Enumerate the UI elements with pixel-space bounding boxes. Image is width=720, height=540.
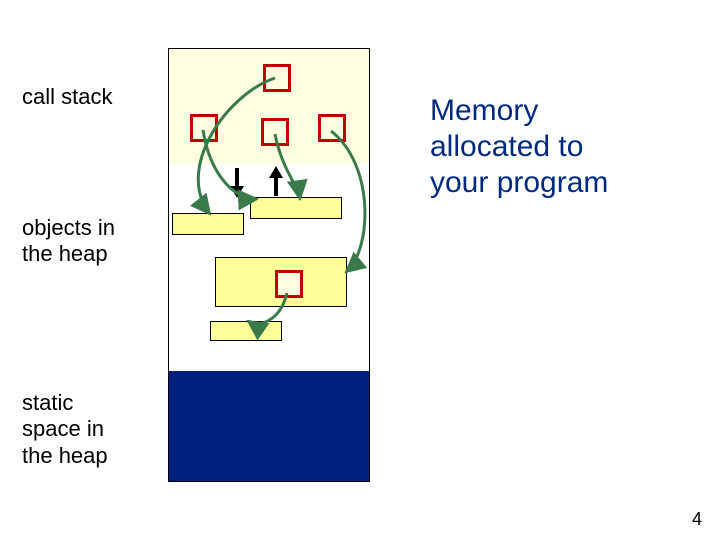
heap-object bbox=[210, 321, 282, 341]
heap-pointer-box bbox=[275, 270, 303, 298]
label-call-stack: call stack bbox=[22, 84, 112, 110]
heap-object bbox=[250, 197, 342, 219]
label-objects-heap: objects in the heap bbox=[22, 215, 115, 268]
region-static-space bbox=[169, 371, 369, 481]
stack-pointer-box bbox=[263, 64, 291, 92]
slide: { "labels": { "call_stack": "call stack"… bbox=[0, 0, 720, 540]
stack-pointer-box bbox=[190, 114, 218, 142]
stack-pointer-box bbox=[261, 118, 289, 146]
label-static-space: static space in the heap bbox=[22, 390, 108, 469]
slide-number: 4 bbox=[692, 509, 702, 530]
stack-pointer-box bbox=[318, 114, 346, 142]
heap-object bbox=[172, 213, 244, 235]
title-memory-allocated: Memory allocated to your program bbox=[430, 93, 608, 201]
